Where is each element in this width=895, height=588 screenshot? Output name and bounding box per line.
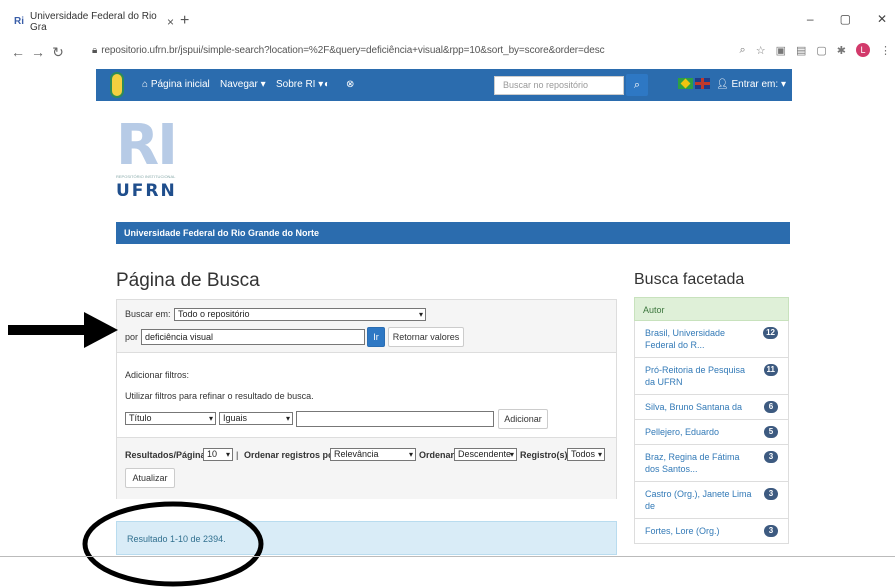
menu-kebab-icon[interactable]: ⋮ [880,44,891,57]
facet-item[interactable]: Braz, Regina de Fátima dos Santos... 3 [634,445,789,482]
facet-panel: Autor Brasil, Universidade Federal do R.… [634,297,789,544]
records-label: Registro(s) [520,450,568,460]
forward-icon[interactable]: → [28,44,48,60]
browser-tab[interactable]: Ri Universidade Federal do Rio Gra × [14,10,174,34]
language-flags [678,78,710,90]
lock-icon: 🔒︎ [92,45,98,56]
window-controls: – ▢ ✕ [807,12,887,26]
query-input[interactable]: deficiência visual [141,329,365,345]
url-text: repositorio.ufrn.br/jspui/simple-search?… [101,45,605,56]
bookmark-star-icon[interactable]: ☆ [756,44,766,57]
extension-icon[interactable]: ▣ [776,44,786,57]
facet-item[interactable]: Fortes, Lore (Org.) 3 [634,519,789,544]
query-by-label: por [125,332,139,342]
order-label: Ordenar [419,450,455,460]
browser-tab-bar: Ri Universidade Federal do Rio Gra × + –… [0,0,895,38]
filters-section: Adicionar filtros: Utilizar filtros para… [117,354,616,436]
close-window-icon[interactable]: ✕ [877,12,887,26]
filter-field-select[interactable]: Título ▾ [125,412,216,425]
profile-avatar[interactable]: L [856,43,870,57]
back-icon[interactable]: ← [8,44,28,60]
results-options: Resultados/Página 10 ▾ | Ordenar registro… [117,437,616,499]
repository-search-input[interactable]: Buscar no repositório [494,76,624,95]
facet-item[interactable]: Pellejero, Eduardo 5 [634,420,789,445]
filters-title: Adicionar filtros: [125,370,190,380]
reset-values-button[interactable]: Retornar valores [388,327,464,347]
ri-logo-letters: RI [116,113,178,178]
extension-icon-2[interactable]: ▤ [796,44,806,57]
facet-count-badge: 6 [764,401,778,413]
facet-count-badge: 3 [764,525,778,537]
ufrn-logo-text: UFRN [116,181,177,201]
chevron-down-icon: ▾ [225,450,230,459]
accessibility-icon[interactable]: ⊗ [346,79,354,90]
rpp-select[interactable]: 10 ▾ [203,448,233,461]
nav-browse[interactable]: Navegar ▾ [220,79,266,90]
facet-title: Busca facetada [634,271,745,288]
sort-label: Ordenar registros por [244,450,338,460]
scope-label: Buscar em: [125,309,171,319]
sort-select[interactable]: Relevância ▾ [330,448,416,461]
facet-item[interactable]: Castro (Org.), Janete Lima de 3 [634,482,789,519]
facet-count-badge: 5 [764,426,778,438]
tab-title: Universidade Federal do Rio Gra [30,11,157,33]
rpp-label: Resultados/Página [125,450,206,460]
chevron-down-icon: ▾ [408,450,413,459]
filters-help: Utilizar filtros para refinar o resultad… [125,391,314,401]
search-icon: ⌕ [633,79,641,91]
extension-icon-3[interactable]: ▢ [816,44,826,57]
ri-ufrn-logo[interactable]: RI REPOSITÓRIO INSTITUCIONAL UFRN [116,118,186,202]
institution-banner[interactable]: Universidade Federal do Rio Grande do No… [116,222,790,244]
page-divider [0,556,895,557]
site-navbar: ⌂ Página inicial Navegar ▾ Sobre RI ▾ ◐ … [96,69,792,101]
chevron-down-icon: ▾ [208,414,213,423]
favicon-icon: Ri [14,16,24,27]
annotation-arrow-icon [8,312,118,348]
update-button[interactable]: Atualizar [125,468,175,488]
brazil-flag-icon[interactable] [678,78,693,89]
nav-home[interactable]: ⌂ Página inicial [142,79,210,90]
filter-operator-select[interactable]: Iguais ▾ [219,412,293,425]
chevron-down-icon: ▾ [285,414,290,423]
browser-extensions: ⌕ ☆ ▣ ▤ ▢ ✱ L ⋮ [740,43,891,57]
facet-count-badge: 3 [764,488,778,500]
facet-item[interactable]: Brasil, Universidade Federal do R... 12 [634,321,789,358]
page-title: Página de Busca [116,270,260,291]
facet-count-badge: 12 [763,327,778,339]
address-bar: ← → ↻ 🔒︎ repositorio.ufrn.br/jspui/simple… [0,38,895,66]
chevron-down-icon: ▾ [597,450,602,459]
facet-count-badge: 3 [764,451,778,463]
chevron-down-icon: ▾ [509,450,514,459]
close-tab-icon[interactable]: × [167,15,174,29]
facet-count-badge: 11 [763,364,778,376]
uk-flag-icon[interactable] [695,78,710,89]
login-menu[interactable]: 👤︎ Entrar em: ▾ [716,79,786,90]
new-tab-button[interactable]: + [180,12,189,30]
search-button[interactable]: ⌕ [626,74,648,96]
contrast-icon[interactable]: ◐ [324,79,330,90]
annotation-ellipse-icon [82,501,264,587]
go-button[interactable]: Ir [367,327,385,347]
search-panel: Buscar em: Todo o repositório ▾ por defic… [116,299,617,499]
nav-about[interactable]: Sobre RI ▾ [276,79,323,90]
maximize-icon[interactable]: ▢ [840,12,851,26]
zoom-icon[interactable]: ⌕ [740,44,746,57]
chevron-down-icon: ▾ [418,310,423,319]
facet-group-author: Autor [634,297,789,321]
scope-select[interactable]: Todo o repositório ▾ [174,308,426,321]
facet-item[interactable]: Pró-Reitoria de Pesquisa da UFRN 11 [634,358,789,395]
ufrn-crest-icon[interactable] [110,72,124,98]
url-field[interactable]: 🔒︎ repositorio.ufrn.br/jspui/simple-searc… [92,45,605,56]
facet-item[interactable]: Silva, Bruno Santana da 6 [634,395,789,420]
filter-value-input[interactable] [296,411,494,427]
reload-icon[interactable]: ↻ [48,44,68,61]
add-filter-button[interactable]: Adicionar [498,409,548,429]
records-select[interactable]: Todos ▾ [567,448,605,461]
minimize-icon[interactable]: – [807,12,814,26]
puzzle-icon[interactable]: ✱ [837,44,846,57]
options-separator: | [236,450,239,460]
search-panel-top: Buscar em: Todo o repositório ▾ por defic… [117,300,616,353]
order-select[interactable]: Descendente ▾ [454,448,517,461]
